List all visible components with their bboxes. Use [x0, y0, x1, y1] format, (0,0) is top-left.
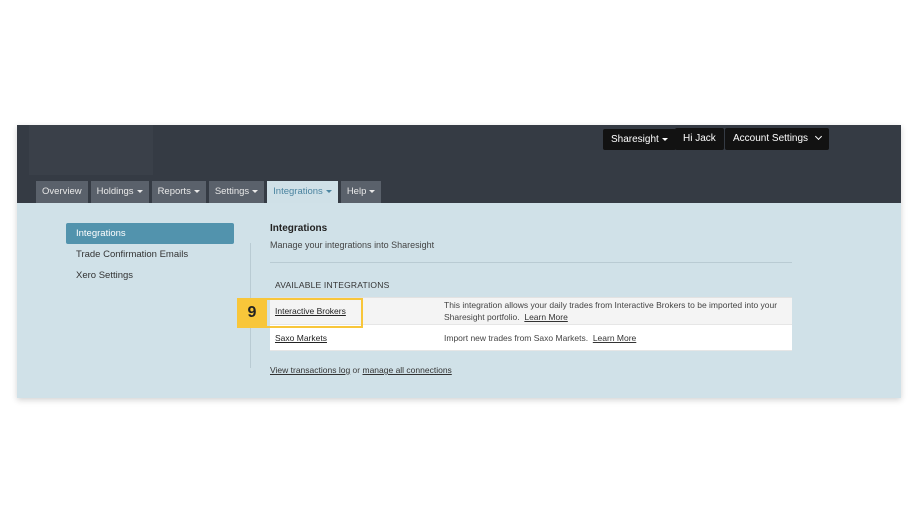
- transactions-log-link[interactable]: View transactions log: [270, 365, 350, 375]
- tab-reports[interactable]: Reports: [151, 181, 206, 203]
- page-subtitle: Manage your integrations into Sharesight: [270, 240, 435, 250]
- tab-overview[interactable]: Overview: [36, 181, 88, 203]
- description-text: Import new trades from Saxo Markets.: [444, 332, 589, 343]
- tab-label: Settings: [214, 186, 250, 197]
- caret-down-icon: [369, 189, 376, 193]
- caret-down-icon: [193, 189, 200, 193]
- saxo-markets-link[interactable]: Saxo Markets: [270, 333, 444, 343]
- integration-description: Import new trades from Saxo Markets. Lea…: [444, 332, 792, 344]
- caret-down-icon: [325, 189, 332, 193]
- caret-down-icon: [661, 137, 668, 141]
- tab-holdings[interactable]: Holdings: [90, 181, 149, 203]
- sharesight-menu-label: Sharesight: [611, 134, 659, 145]
- header-bar: Sharesight Hi Jack Account Settings Over…: [17, 125, 901, 204]
- sidebar-item-integrations[interactable]: Integrations: [66, 223, 234, 244]
- greeting-label: Hi Jack: [683, 133, 716, 144]
- manage-connections-link[interactable]: manage all connections: [362, 365, 451, 375]
- integration-description: This integration allows your daily trade…: [444, 299, 792, 323]
- tab-help[interactable]: Help: [340, 181, 382, 203]
- main-nav-tabs: Overview Holdings Reports Settings Integ…: [36, 181, 384, 204]
- horizontal-divider: [270, 262, 792, 263]
- section-label: AVAILABLE INTEGRATIONS: [275, 280, 390, 290]
- tab-integrations[interactable]: Integrations: [267, 181, 338, 204]
- integration-row-saxo-markets: Saxo Markets Import new trades from Saxo…: [270, 325, 792, 351]
- or-text: or: [352, 365, 361, 375]
- sharesight-menu-button[interactable]: Sharesight: [603, 129, 676, 150]
- chevron-down-icon: [815, 132, 823, 141]
- logo: [29, 125, 153, 175]
- tab-settings[interactable]: Settings: [208, 181, 265, 203]
- tab-label: Help: [346, 186, 367, 197]
- caret-down-icon: [252, 189, 259, 193]
- description-text: This integration allows your daily trade…: [444, 300, 778, 322]
- page-title: Integrations: [270, 223, 328, 234]
- step-number-badge: 9: [237, 298, 267, 328]
- app-window: Sharesight Hi Jack Account Settings Over…: [17, 125, 901, 398]
- caret-down-icon: [136, 189, 143, 193]
- tab-label: Holdings: [96, 186, 134, 197]
- content-area: Integrations Trade Confirmation Emails X…: [17, 203, 901, 398]
- account-settings-button[interactable]: Account Settings: [725, 128, 830, 150]
- account-settings-label: Account Settings: [733, 133, 809, 144]
- sidebar-item-trade-confirmation-emails[interactable]: Trade Confirmation Emails: [66, 244, 234, 265]
- user-greeting-button[interactable]: Hi Jack: [675, 128, 724, 150]
- learn-more-link[interactable]: Learn More: [524, 312, 567, 322]
- tab-label: Reports: [157, 186, 191, 197]
- footer-links: View transactions log or manage all conn…: [270, 365, 792, 375]
- tab-label: Integrations: [273, 186, 323, 197]
- sidebar-item-label: Integrations: [76, 228, 126, 239]
- tab-label: Overview: [42, 186, 82, 197]
- learn-more-link[interactable]: Learn More: [593, 333, 636, 343]
- sidebar: Integrations Trade Confirmation Emails X…: [66, 223, 234, 286]
- sidebar-item-label: Trade Confirmation Emails: [76, 249, 189, 260]
- sidebar-item-label: Xero Settings: [76, 270, 134, 281]
- sidebar-item-xero-settings[interactable]: Xero Settings: [66, 265, 234, 286]
